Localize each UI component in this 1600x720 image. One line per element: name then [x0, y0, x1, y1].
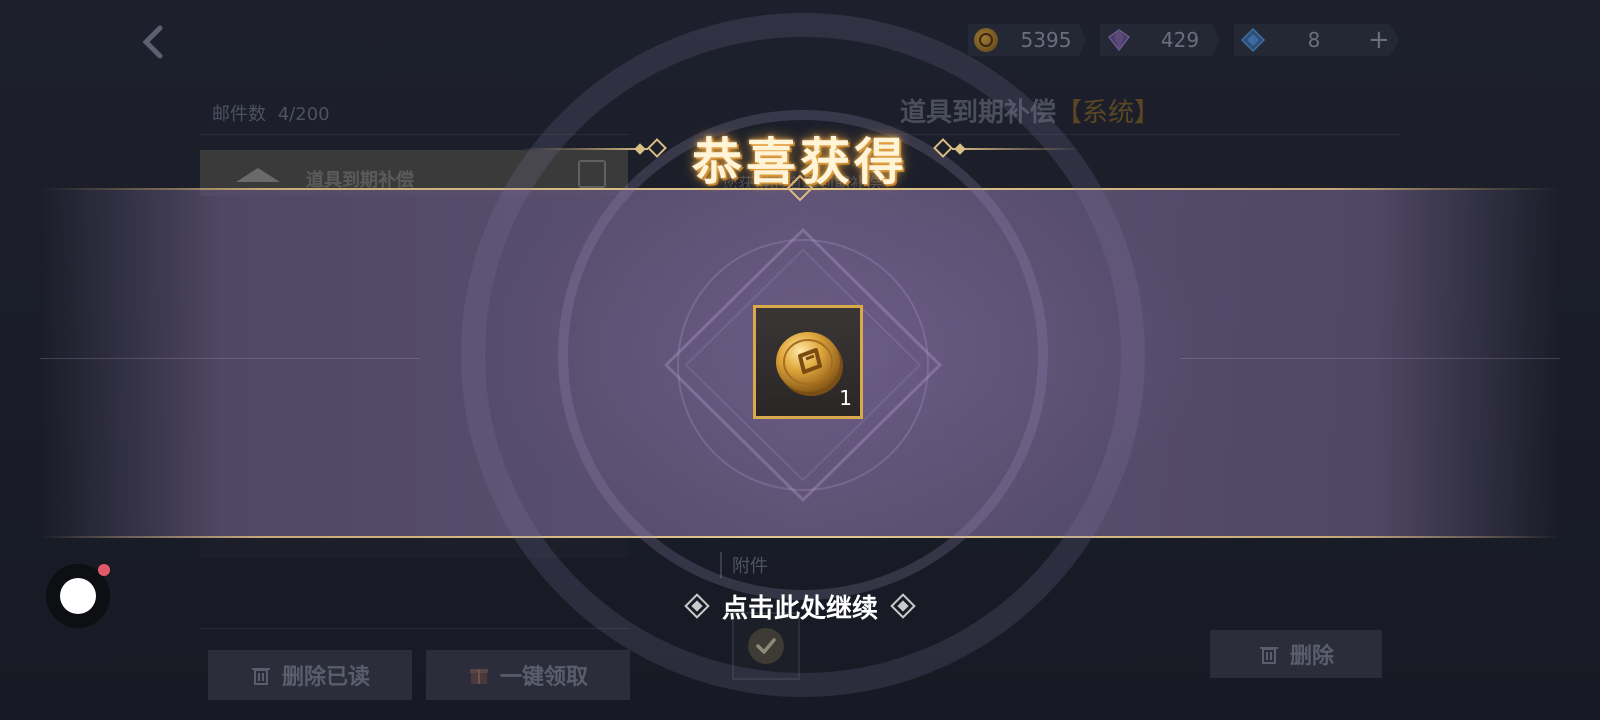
divider: [200, 628, 630, 629]
add-currency-button[interactable]: +: [1368, 24, 1390, 56]
gift-icon: [468, 664, 490, 686]
diamond-bullet-icon: [890, 593, 916, 619]
currency-gem: 429: [1100, 24, 1220, 56]
currency-crystal: 8 +: [1234, 24, 1400, 56]
reward-item-quantity: 1: [839, 386, 852, 410]
delete-label: 删除: [1289, 644, 1334, 669]
decor-line-left: [40, 358, 420, 359]
assistant-dot-icon: [60, 578, 96, 614]
title-ornament-right: [952, 148, 1080, 150]
coin-icon: [974, 28, 998, 52]
claim-all-label: 一键领取: [499, 665, 588, 690]
gem-value: 429: [1160, 28, 1200, 52]
check-icon: [748, 628, 784, 664]
floating-assistant-button[interactable]: [46, 564, 110, 628]
diamond-bullet-icon: [684, 593, 710, 619]
currency-bar: 5395 429 8 +: [968, 24, 1400, 58]
decor-line-right: [1180, 358, 1560, 359]
continue-text: 点击此处继续: [721, 593, 878, 624]
blue-crystal-icon: [1240, 27, 1266, 53]
mail-count: 邮件数 4/200: [212, 100, 330, 126]
reward-item-slot[interactable]: 1: [753, 305, 863, 419]
popup-title: 恭喜获得: [692, 133, 908, 191]
gold-coin-icon: [776, 332, 843, 396]
claim-all-button[interactable]: 一键领取: [426, 650, 630, 700]
mail-count-label: 邮件数: [212, 104, 266, 125]
purple-gem-icon: [1106, 27, 1132, 53]
attachment-label: 附件: [720, 552, 768, 578]
back-arrow-icon[interactable]: [138, 22, 178, 62]
delete-read-label: 删除已读: [281, 665, 370, 690]
selected-indicator-icon: [236, 168, 280, 182]
delete-read-button[interactable]: 删除已读: [208, 650, 412, 700]
trash-icon: [250, 664, 272, 686]
notification-dot: [98, 564, 110, 576]
popup-title-area: 恭喜获得: [520, 118, 1080, 191]
popup-bottom-border: [40, 536, 1560, 538]
game-screen: 5395 429 8 + 邮件数 4/200 道具到期补偿 道具到期补偿【系统】…: [0, 0, 1600, 720]
trash-icon: [1258, 643, 1280, 665]
mail-count-value: 4/200: [277, 104, 330, 125]
tap-to-continue[interactable]: 点击此处继续: [672, 588, 928, 624]
coin-value: 5395: [1020, 28, 1072, 52]
delete-button[interactable]: 删除: [1210, 630, 1382, 678]
currency-coin: 5395: [968, 24, 1086, 56]
crystal-value: 8: [1307, 28, 1321, 52]
